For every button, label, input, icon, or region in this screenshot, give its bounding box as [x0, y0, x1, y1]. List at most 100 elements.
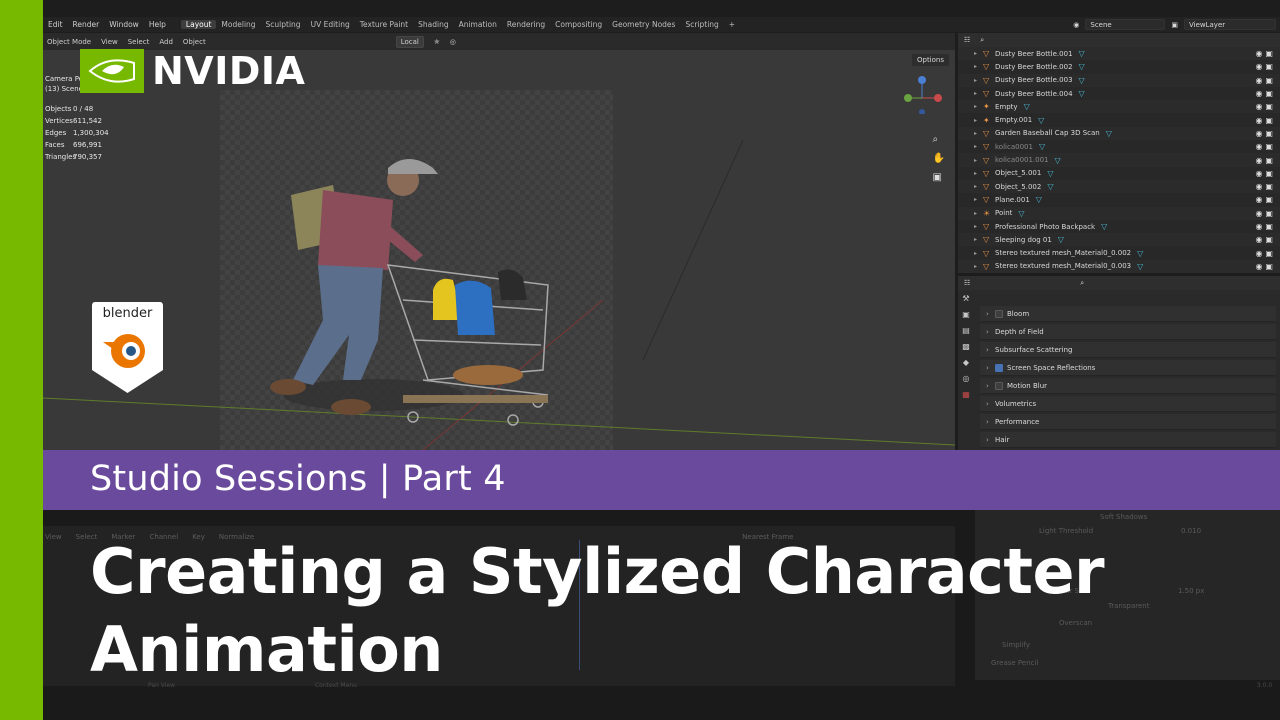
transform-orientation-dropdown[interactable]: Local: [395, 35, 424, 48]
visibility-toggle-icons[interactable]: ◉▣: [1255, 116, 1276, 125]
scene-tab-icon[interactable]: ◆: [963, 358, 969, 367]
outliner-item[interactable]: ▸ ▽ Sleeping dog 01 ▽ ◉▣: [958, 233, 1280, 247]
expand-arrow-icon[interactable]: ▸: [974, 183, 983, 190]
visibility-toggle-icons[interactable]: ◉▣: [1255, 156, 1276, 165]
outliner-item[interactable]: ▸ ▽ Garden Baseball Cap 3D Scan ▽ ◉▣: [958, 126, 1280, 141]
outliner-item[interactable]: ▸ ▽ kolica0001 ▽ ◉▣: [958, 140, 1280, 153]
tab-scripting[interactable]: Scripting: [680, 20, 723, 29]
expand-arrow-icon[interactable]: ▸: [974, 236, 983, 243]
expand-arrow-icon[interactable]: ▸: [974, 223, 983, 230]
visibility-toggle-icons[interactable]: ◉▣: [1255, 249, 1276, 258]
menu-view[interactable]: View: [101, 38, 118, 46]
outliner-item[interactable]: ▸ ▽ Object_5.001 ▽ ◉▣: [958, 167, 1280, 180]
panel-motion-blur[interactable]: › Motion Blur: [980, 378, 1276, 394]
camera-icon[interactable]: ▣: [933, 172, 945, 183]
outliner-item[interactable]: ▸ ▽ Professional Photo Backpack ▽ ◉▣: [958, 220, 1280, 233]
tab-texture-paint[interactable]: Texture Paint: [355, 20, 413, 29]
world-tab-icon[interactable]: ◎: [963, 374, 970, 383]
outliner-item[interactable]: ▸ ✦ Empty ▽ ◉▣: [958, 100, 1280, 114]
expand-arrow-icon[interactable]: ▸: [974, 250, 983, 257]
object-mode-dropdown[interactable]: Object Mode: [47, 38, 91, 46]
tab-sculpting[interactable]: Sculpting: [261, 20, 306, 29]
tab-geometry-nodes[interactable]: Geometry Nodes: [607, 20, 680, 29]
properties-search-icon[interactable]: ⌕: [1080, 279, 1084, 288]
expand-arrow-icon[interactable]: ▸: [974, 103, 983, 110]
panel-enable-checkbox[interactable]: [995, 363, 1003, 372]
zoom-icon[interactable]: ⌕: [933, 134, 945, 145]
properties-icon[interactable]: ☷: [964, 279, 970, 287]
expand-arrow-icon[interactable]: ▸: [974, 263, 983, 270]
visibility-toggle-icons[interactable]: ◉▣: [1255, 169, 1276, 178]
expand-arrow-icon[interactable]: ▸: [974, 170, 983, 177]
tab-layout[interactable]: Layout: [180, 20, 217, 29]
menu-help[interactable]: Help: [144, 20, 171, 29]
options-button[interactable]: Options: [911, 54, 949, 66]
visibility-toggle-icons[interactable]: ◉▣: [1255, 262, 1276, 271]
panel-subsurface-scattering[interactable]: › Subsurface Scattering: [980, 342, 1276, 358]
texture-tab-icon[interactable]: ▦: [962, 390, 970, 399]
scene-field[interactable]: Scene: [1085, 19, 1166, 30]
panel-depth-of-field[interactable]: › Depth of Field: [980, 324, 1276, 340]
expand-arrow-icon[interactable]: ▸: [974, 143, 983, 150]
menu-edit[interactable]: Edit: [43, 20, 68, 29]
outliner-item[interactable]: ▸ ▽ Dusty Beer Bottle.001 ▽ ◉▣: [958, 47, 1280, 61]
visibility-toggle-icons[interactable]: ◉▣: [1255, 209, 1276, 218]
snap-icon[interactable]: ✯: [434, 38, 440, 46]
tab-uv-editing[interactable]: UV Editing: [306, 20, 355, 29]
tab-modeling[interactable]: Modeling: [216, 20, 260, 29]
pan-hand-icon[interactable]: ✋: [933, 153, 945, 164]
outliner-item[interactable]: ▸ ▽ kolica0001.001 ▽ ◉▣: [958, 153, 1280, 167]
expand-arrow-icon[interactable]: ▸: [974, 196, 983, 203]
expand-arrow-icon[interactable]: ▸: [974, 50, 983, 57]
tab-shading[interactable]: Shading: [413, 20, 453, 29]
outliner-item[interactable]: ▸ ✦ Empty.001 ▽ ◉▣: [958, 113, 1280, 126]
search-icon[interactable]: ⌕: [980, 36, 984, 45]
add-workspace-button[interactable]: +: [724, 20, 740, 29]
expand-arrow-icon[interactable]: ▸: [974, 63, 983, 70]
tab-rendering[interactable]: Rendering: [502, 20, 550, 29]
visibility-toggle-icons[interactable]: ◉▣: [1255, 222, 1276, 231]
expand-arrow-icon[interactable]: ▸: [974, 117, 983, 124]
visibility-toggle-icons[interactable]: ◉▣: [1255, 89, 1276, 98]
visibility-toggle-icons[interactable]: ◉▣: [1255, 195, 1276, 204]
expand-arrow-icon[interactable]: ▸: [974, 130, 983, 137]
tool-tab-icon[interactable]: ⚒: [962, 294, 969, 303]
view-layer-field[interactable]: ViewLayer: [1184, 19, 1276, 30]
visibility-toggle-icons[interactable]: ◉▣: [1255, 235, 1276, 244]
outliner-item[interactable]: ▸ ▽ Dusty Beer Bottle.004 ▽ ◉▣: [958, 87, 1280, 100]
panel-screen-space-reflections[interactable]: › Screen Space Reflections: [980, 360, 1276, 376]
expand-arrow-icon[interactable]: ▸: [974, 90, 983, 97]
expand-arrow-icon[interactable]: ▸: [974, 157, 983, 164]
menu-render[interactable]: Render: [68, 20, 105, 29]
visibility-toggle-icons[interactable]: ◉▣: [1255, 102, 1276, 111]
visibility-toggle-icons[interactable]: ◉▣: [1255, 49, 1276, 58]
outliner-item[interactable]: ▸ ☀ Point ▽ ◉▣: [958, 206, 1280, 220]
visibility-toggle-icons[interactable]: ◉▣: [1255, 182, 1276, 191]
panel-performance[interactable]: › Performance: [980, 414, 1276, 430]
panel-bloom[interactable]: › Bloom: [980, 306, 1276, 322]
proportional-edit-icon[interactable]: ◎: [450, 38, 456, 46]
outliner-display-icon[interactable]: ☷: [964, 36, 970, 44]
outliner-item[interactable]: ▸ ▽ Stereo textured mesh_Material0_0.003 ▽ ◉…: [958, 259, 1280, 274]
outliner-item[interactable]: ▸ ▽ Dusty Beer Bottle.003 ▽ ◉▣: [958, 73, 1280, 87]
expand-arrow-icon[interactable]: ▸: [974, 210, 983, 217]
visibility-toggle-icons[interactable]: ◉▣: [1255, 62, 1276, 71]
panel-enable-checkbox[interactable]: [995, 309, 1003, 318]
menu-view-lower[interactable]: View: [45, 533, 62, 541]
outliner-item[interactable]: ▸ ▽ Object_5.002 ▽ ◉▣: [958, 179, 1280, 194]
tab-compositing[interactable]: Compositing: [550, 20, 607, 29]
outliner-item[interactable]: ▸ ▽ Dusty Beer Bottle.002 ▽ ◉▣: [958, 60, 1280, 73]
panel-volumetrics[interactable]: › Volumetrics: [980, 396, 1276, 412]
view-layer-tab-icon[interactable]: ▩: [962, 342, 970, 351]
visibility-toggle-icons[interactable]: ◉▣: [1255, 76, 1276, 85]
menu-select[interactable]: Select: [128, 38, 150, 46]
render-tab-icon[interactable]: ▣: [962, 310, 970, 319]
tab-animation[interactable]: Animation: [454, 20, 502, 29]
menu-add[interactable]: Add: [159, 38, 173, 46]
output-tab-icon[interactable]: ▤: [962, 326, 970, 335]
3d-viewport[interactable]: Camera Pe... (13) Scene Colle... Objects…: [43, 50, 955, 450]
menu-object[interactable]: Object: [183, 38, 206, 46]
menu-window[interactable]: Window: [104, 20, 144, 29]
outliner-item[interactable]: ▸ ▽ Plane.001 ▽ ◉▣: [958, 193, 1280, 206]
expand-arrow-icon[interactable]: ▸: [974, 77, 983, 84]
